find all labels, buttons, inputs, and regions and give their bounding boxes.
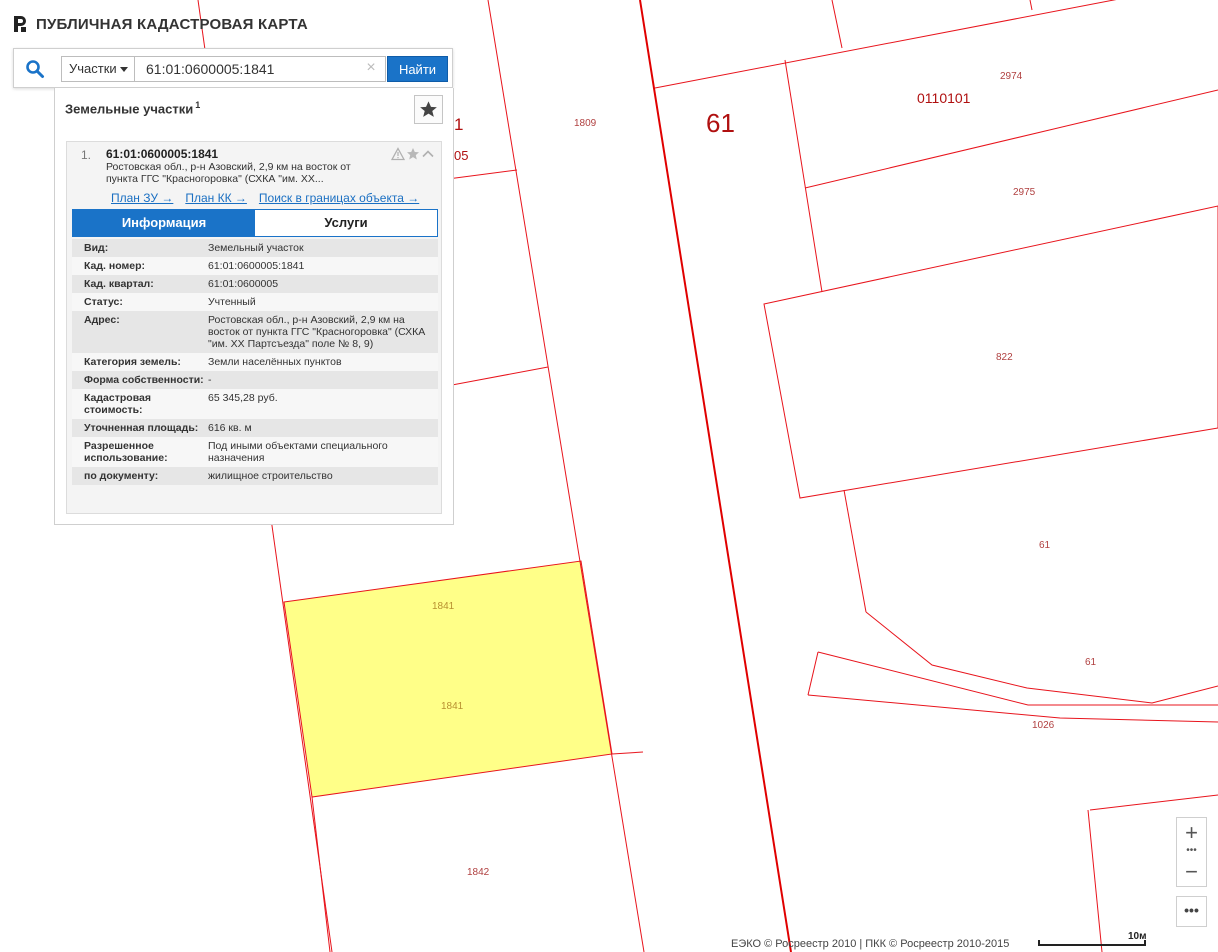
map-label-61-b: 61 [1085,657,1097,668]
property-key: Кад. номер: [72,257,208,275]
property-row: Уточненная площадь: 616 кв. м [72,419,438,437]
property-row: Статус: Учтенный [72,293,438,311]
property-value: Земли населённых пунктов [208,353,438,371]
property-value: - [208,371,438,389]
zoom-control: + ••• − [1176,817,1207,887]
property-key: по документу: [72,467,208,485]
result-address: Ростовская обл., р-н Азовский, 2,9 км на… [106,161,351,185]
map-label-1842: 1842 [467,867,490,878]
property-row: Форма собственности: - [72,371,438,389]
map-label-2975: 2975 [1013,187,1036,198]
property-key: Категория земель: [72,353,208,371]
chevron-down-icon [120,67,128,72]
map-label-quarter-61: 61 [706,108,735,138]
property-key: Вид: [72,239,208,257]
road-boundary [639,0,792,952]
map-label-partial-1: 1 [454,115,464,134]
clear-icon[interactable]: × [363,60,379,76]
star-outline-icon[interactable] [406,147,420,161]
map-label-2974: 2974 [1000,71,1023,82]
zoom-out-button[interactable]: − [1177,858,1206,886]
brand: ПУБЛИЧНАЯ КАДАСТРОВАЯ КАРТА [12,14,308,34]
result-index: 1. [81,148,92,162]
result-tabs: Информация Услуги [72,209,438,237]
property-row: Кадастровая стоимость: 65 345,28 руб. [72,389,438,419]
property-row: Кад. номер: 61:01:0600005:1841 [72,257,438,275]
search-icon[interactable] [25,59,45,79]
map-attribution: ЕЭКО © Росреестр 2010 | ПКК © Росреестр … [731,938,1010,950]
property-value: Учтенный [208,293,438,311]
property-value: жилищное строительство [208,467,438,485]
property-row: по документу: жилищное строительство [72,467,438,485]
find-button[interactable]: Найти [387,56,448,82]
warning-icon[interactable] [391,147,405,161]
star-icon [420,101,437,117]
results-title-text: Земельные участки [65,101,194,117]
search-type-label: Участки [69,61,117,76]
map-label-1841-top: 1841 [432,601,455,612]
property-key: Разрешенное использование: [72,437,208,467]
zoom-slider-handle[interactable]: ••• [1177,846,1206,857]
map-label-822: 822 [996,352,1013,363]
parcel-1841-selected[interactable] [283,560,613,798]
property-value: Земельный участок [208,239,438,257]
property-value: 65 345,28 руб. [208,389,438,419]
property-key: Кадастровая стоимость: [72,389,208,419]
property-row: Категория земель: Земли населённых пункт… [72,353,438,371]
result-cad-number[interactable]: 61:01:0600005:1841 [106,147,218,161]
property-key: Форма собственности: [72,371,208,389]
properties-table: Вид: Земельный участок Кад. номер: 61:01… [72,239,438,485]
search-input[interactable] [135,56,386,82]
map-label-1809: 1809 [574,118,597,129]
property-key: Кад. квартал: [72,275,208,293]
app-title: ПУБЛИЧНАЯ КАДАСТРОВАЯ КАРТА [36,15,308,33]
property-row: Адрес: Ростовская обл., р-н Азовский, 2,… [72,311,438,353]
map-label-1026: 1026 [1032,720,1055,731]
scale-label: 10м [1128,931,1147,942]
results-count: 1 [195,100,201,110]
tab-services[interactable]: Услуги [255,210,437,236]
results-panel: Земельные участки 1 1. 61:01:0600005:1841… [54,88,454,525]
property-row: Разрешенное использование: Под иными объ… [72,437,438,467]
property-value: Ростовская обл., р-н Азовский, 2,9 км на… [208,311,438,353]
property-value: Под иными объектами специального назначе… [208,437,438,467]
map-label-61-a: 61 [1039,540,1051,551]
zoom-in-button[interactable]: + [1177,819,1206,847]
property-key: Статус: [72,293,208,311]
card-icons [391,147,435,161]
tab-information[interactable]: Информация [73,210,255,236]
property-key: Уточненная площадь: [72,419,208,437]
result-card[interactable]: 1. 61:01:0600005:1841 Ростовская обл., р… [66,141,442,514]
property-row: Кад. квартал: 61:01:0600005 [72,275,438,293]
plan-kk-link[interactable]: План КК → [185,191,247,205]
result-links: План ЗУ → План КК → Поиск в границах объ… [111,191,419,205]
results-title: Земельные участки 1 [65,100,200,116]
map-label-0110101: 0110101 [917,90,971,106]
search-type-select[interactable]: Участки [61,56,135,82]
search-bar: Участки × Найти [13,48,453,88]
map-label-1841-mid: 1841 [441,701,464,712]
favorites-button[interactable] [414,95,443,124]
search-in-bounds-link[interactable]: Поиск в границах объекта → [259,191,419,205]
chevron-up-icon[interactable] [421,147,435,161]
more-tools-button[interactable]: ••• [1176,896,1207,927]
plan-zu-link[interactable]: План ЗУ → [111,191,173,205]
rosreestr-logo-icon [14,16,26,32]
property-row: Вид: Земельный участок [72,239,438,257]
property-key: Адрес: [72,311,208,353]
property-value-link[interactable]: 61:01:0600005:1841 [208,257,438,275]
property-value-link[interactable]: 61:01:0600005 [208,275,438,293]
property-value: 616 кв. м [208,419,438,437]
map-label-partial-05: 05 [454,148,469,163]
